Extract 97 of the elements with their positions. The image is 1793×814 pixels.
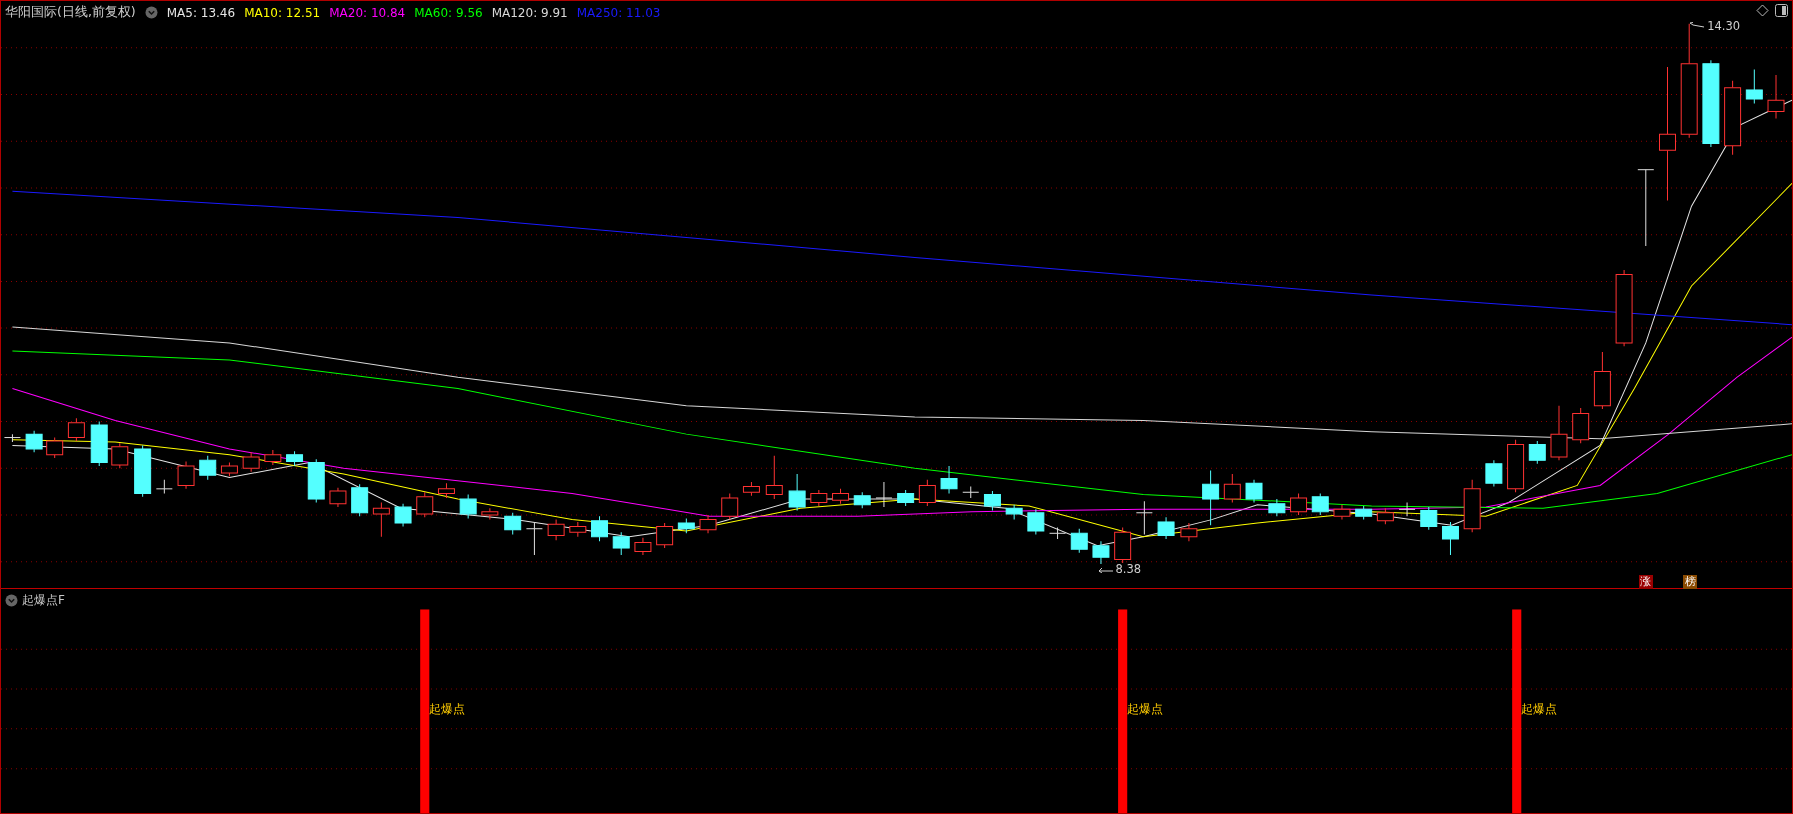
candlestick bbox=[329, 487, 347, 508]
candlestick bbox=[525, 522, 543, 556]
candlestick bbox=[372, 502, 390, 538]
moving-average-value: MA120: 9.91 bbox=[491, 5, 568, 20]
candlestick bbox=[155, 479, 173, 494]
candlestick bbox=[3, 433, 21, 443]
candlestick bbox=[242, 451, 260, 473]
candlestick bbox=[1157, 516, 1175, 540]
chart-badge: 涨 bbox=[1638, 575, 1653, 589]
candlestick bbox=[1114, 527, 1132, 564]
signal-label: 起爆点 bbox=[429, 701, 466, 718]
candlestick bbox=[220, 462, 238, 477]
candlestick bbox=[1245, 479, 1263, 503]
candlestick bbox=[1593, 351, 1611, 410]
candlestick bbox=[940, 465, 958, 494]
candlestick bbox=[1049, 527, 1067, 540]
candlestick bbox=[788, 473, 806, 511]
candlestick bbox=[394, 503, 412, 527]
pointer-arrow-icon bbox=[1689, 22, 1706, 30]
candlestick bbox=[1311, 492, 1329, 516]
dropdown-icon[interactable] bbox=[144, 6, 158, 19]
candlestick bbox=[918, 479, 936, 507]
diamond-icon[interactable] bbox=[1756, 4, 1769, 17]
candlestick bbox=[1290, 492, 1308, 516]
candlestick bbox=[591, 515, 608, 542]
moving-average-value: MA5: 13.46 bbox=[166, 5, 236, 20]
candlestick bbox=[832, 488, 850, 505]
candlestick bbox=[1485, 459, 1503, 488]
candlestick bbox=[459, 494, 477, 519]
panel-toggle-icon[interactable] bbox=[1775, 4, 1788, 17]
candlestick bbox=[1463, 479, 1481, 533]
candlestick bbox=[46, 437, 64, 459]
candlestick bbox=[1223, 473, 1241, 503]
candlestick bbox=[1507, 439, 1525, 493]
candlestick bbox=[983, 490, 1001, 511]
candlestick bbox=[1092, 540, 1110, 565]
candlestick bbox=[1420, 506, 1438, 531]
candlestick bbox=[1572, 407, 1590, 444]
candlestick bbox=[437, 482, 455, 499]
candlestick bbox=[853, 491, 871, 509]
candlestick bbox=[1767, 74, 1785, 119]
candlestick bbox=[1005, 504, 1023, 521]
candlestick bbox=[111, 442, 129, 469]
candlestick bbox=[721, 492, 739, 521]
candlestick bbox=[1528, 440, 1546, 465]
price-high-label: 14.30 bbox=[1707, 19, 1741, 33]
candlestick bbox=[1745, 68, 1763, 105]
candlestick bbox=[897, 489, 915, 507]
candlestick bbox=[177, 461, 195, 490]
price-low-label: 8.38 bbox=[1115, 562, 1142, 576]
dropdown-icon[interactable] bbox=[5, 594, 18, 607]
candlestick bbox=[547, 519, 565, 541]
candlestick bbox=[307, 458, 325, 503]
candlestick bbox=[1180, 522, 1198, 542]
candlestick bbox=[1355, 505, 1373, 521]
moving-average-value: MA250: 11.03 bbox=[576, 5, 661, 20]
candlestick bbox=[1398, 502, 1416, 517]
candlestick bbox=[1333, 504, 1351, 521]
candlestick bbox=[481, 507, 499, 521]
pointer-arrow-icon bbox=[1097, 565, 1114, 573]
chart-badge: 榜 bbox=[1683, 575, 1698, 589]
candlestick bbox=[67, 417, 85, 442]
indicator-title: 起爆点F bbox=[22, 592, 65, 609]
candlestick bbox=[1268, 498, 1286, 517]
candlestick bbox=[742, 481, 760, 497]
candlestick bbox=[810, 489, 828, 507]
candlestick bbox=[569, 521, 587, 538]
candlestick bbox=[1027, 508, 1045, 535]
candlestick bbox=[1550, 405, 1568, 461]
candlestick bbox=[1376, 507, 1394, 525]
chart-title: 华阳国际(日线,前复权) bbox=[5, 4, 136, 21]
candlestick bbox=[1202, 470, 1220, 526]
candlestick bbox=[1135, 500, 1153, 535]
candlestick bbox=[1070, 528, 1088, 554]
moving-average-value: MA60: 9.56 bbox=[414, 5, 483, 20]
candlestick bbox=[504, 512, 522, 535]
candlestick bbox=[199, 455, 217, 481]
candlestick bbox=[1442, 521, 1459, 556]
moving-average-value: MA20: 10.84 bbox=[329, 5, 406, 20]
candlestick bbox=[351, 483, 369, 517]
candlestick bbox=[765, 455, 783, 500]
candlestick bbox=[612, 531, 630, 556]
candlestick bbox=[286, 450, 304, 467]
candlestick bbox=[416, 491, 434, 518]
candlestick bbox=[25, 430, 43, 453]
candlestick bbox=[875, 481, 893, 508]
signal-label: 起爆点 bbox=[1521, 701, 1558, 718]
candlestick bbox=[962, 486, 980, 499]
candlestick bbox=[634, 537, 652, 556]
candlestick bbox=[134, 445, 152, 498]
candlestick bbox=[264, 449, 282, 466]
signal-label: 起爆点 bbox=[1127, 701, 1164, 718]
candlestick bbox=[90, 421, 108, 467]
candlestick bbox=[677, 517, 695, 534]
candlestick bbox=[656, 522, 674, 549]
moving-average-value: MA10: 12.51 bbox=[244, 5, 321, 20]
candlestick bbox=[699, 514, 717, 534]
